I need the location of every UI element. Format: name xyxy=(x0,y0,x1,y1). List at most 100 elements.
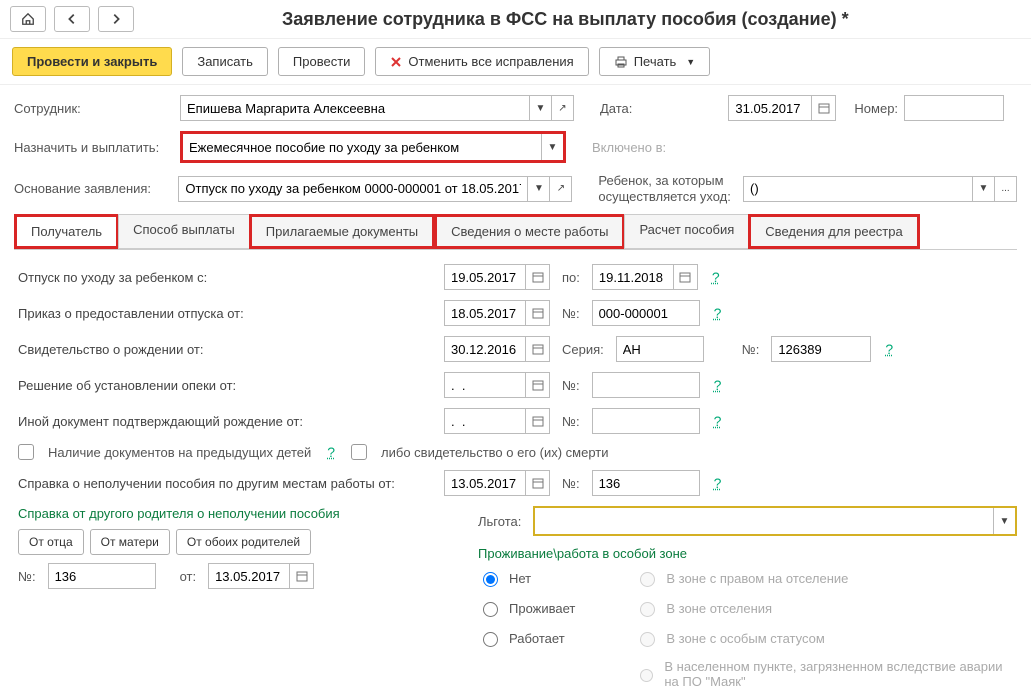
date-input[interactable] xyxy=(728,95,812,121)
custody-from-cal[interactable] xyxy=(526,372,550,398)
assign-input[interactable] xyxy=(183,134,541,160)
post-button[interactable]: Провести xyxy=(278,47,366,76)
basis-input[interactable] xyxy=(178,176,528,202)
zone-header: Проживание\работа в особой зоне xyxy=(478,546,1017,561)
leave-to-input[interactable] xyxy=(592,264,674,290)
other-from-cal[interactable] xyxy=(526,408,550,434)
birth-no-input[interactable] xyxy=(771,336,871,362)
parent-no-input[interactable] xyxy=(48,563,156,589)
help-icon[interactable]: ? xyxy=(712,269,720,285)
number-input[interactable] xyxy=(904,95,1004,121)
save-button[interactable]: Записать xyxy=(182,47,268,76)
number-label: Номер: xyxy=(854,101,898,116)
open-button[interactable]: ↗ xyxy=(552,95,574,121)
assign-label: Назначить и выплатить: xyxy=(14,140,174,155)
ref-other-no-label: №: xyxy=(562,476,580,491)
child-input[interactable] xyxy=(743,176,973,202)
zone-settle-radio: В зоне отселения xyxy=(635,599,1017,617)
tab-calc[interactable]: Расчет пособия xyxy=(624,214,749,249)
ref-parent-link: Справка от другого родителя о неполучени… xyxy=(18,506,438,521)
help-icon[interactable]: ? xyxy=(714,475,722,491)
basis-label: Основание заявления: xyxy=(14,181,172,196)
tab-docs[interactable]: Прилагаемые документы xyxy=(249,214,435,249)
calendar-icon xyxy=(532,271,544,283)
print-button[interactable]: Печать ▼ xyxy=(599,47,711,76)
leave-from-label: Отпуск по уходу за ребенком с: xyxy=(18,270,438,285)
birth-from-input[interactable] xyxy=(444,336,526,362)
zone-no-radio[interactable]: Нет xyxy=(478,569,575,587)
tab-registry[interactable]: Сведения для реестра xyxy=(748,214,919,249)
leave-from-input[interactable] xyxy=(444,264,526,290)
order-no-label: №: xyxy=(562,306,580,321)
order-no-input[interactable] xyxy=(592,300,700,326)
zone-lives-radio[interactable]: Проживает xyxy=(478,599,575,617)
benefit-input[interactable] xyxy=(535,508,993,534)
order-from-cal[interactable] xyxy=(526,300,550,326)
help-icon[interactable]: ? xyxy=(714,413,722,429)
birth-from-cal[interactable] xyxy=(526,336,550,362)
prev-docs-checkbox[interactable] xyxy=(18,444,34,460)
employee-input[interactable] xyxy=(180,95,530,121)
to-label: по: xyxy=(562,270,580,285)
other-doc-label: Иной документ подтверждающий рождение от… xyxy=(18,414,438,429)
calendar-icon xyxy=(532,477,544,489)
forward-button[interactable] xyxy=(98,6,134,32)
help-icon[interactable]: ? xyxy=(714,377,722,393)
child-more[interactable]: ... xyxy=(995,176,1017,202)
parent-from-input[interactable] xyxy=(208,563,290,589)
home-button[interactable] xyxy=(10,6,46,32)
ref-other-no-input[interactable] xyxy=(592,470,700,496)
arrow-right-icon xyxy=(109,12,123,26)
benefit-dropdown[interactable]: ▼ xyxy=(993,508,1015,534)
zone-works-radio[interactable]: Работает xyxy=(478,629,575,647)
death-cert-label: либо свидетельство о его (их) смерти xyxy=(381,445,608,460)
calendar-icon xyxy=(532,415,544,427)
custody-from-input[interactable] xyxy=(444,372,526,398)
zone-mayak-radio: В населенном пункте, загрязненном вследс… xyxy=(635,659,1017,689)
custody-label: Решение об установлении опеки от: xyxy=(18,378,438,393)
tabs: Получатель Способ выплаты Прилагаемые до… xyxy=(14,214,1017,250)
help-icon[interactable]: ? xyxy=(327,444,335,460)
page-title: Заявление сотрудника в ФСС на выплату по… xyxy=(282,9,849,30)
benefit-label: Льгота: xyxy=(478,514,521,529)
calendar-icon xyxy=(532,379,544,391)
birth-seria-input[interactable] xyxy=(616,336,704,362)
basis-open[interactable]: ↗ xyxy=(550,176,572,202)
help-icon[interactable]: ? xyxy=(714,305,722,321)
custody-no-input[interactable] xyxy=(592,372,700,398)
employee-label: Сотрудник: xyxy=(14,101,174,116)
from-both-button[interactable]: От обоих родителей xyxy=(176,529,311,555)
parent-no-label: №: xyxy=(18,569,36,584)
order-label: Приказ о предоставлении отпуска от: xyxy=(18,306,438,321)
post-close-button[interactable]: Провести и закрыть xyxy=(12,47,172,76)
tab-payment[interactable]: Способ выплаты xyxy=(118,214,250,249)
cancel-icon xyxy=(390,56,402,68)
death-cert-checkbox[interactable] xyxy=(351,444,367,460)
leave-to-cal[interactable] xyxy=(674,264,698,290)
included-label: Включено в: xyxy=(592,140,666,155)
basis-dropdown[interactable]: ▼ xyxy=(528,176,550,202)
tab-work[interactable]: Сведения о месте работы xyxy=(434,214,625,249)
parent-from-cal[interactable] xyxy=(290,563,314,589)
dropdown-button[interactable]: ▼ xyxy=(530,95,552,121)
other-no-input[interactable] xyxy=(592,408,700,434)
assign-dropdown[interactable]: ▼ xyxy=(541,134,563,160)
cancel-fix-button[interactable]: Отменить все исправления xyxy=(375,47,588,76)
ref-other-cal[interactable] xyxy=(526,470,550,496)
date-label: Дата: xyxy=(600,101,632,116)
calendar-icon xyxy=(296,570,308,582)
back-button[interactable] xyxy=(54,6,90,32)
help-icon[interactable]: ? xyxy=(885,341,893,357)
calendar-button[interactable] xyxy=(812,95,836,121)
other-from-input[interactable] xyxy=(444,408,526,434)
from-father-button[interactable]: От отца xyxy=(18,529,84,555)
calendar-icon xyxy=(679,271,691,283)
custody-no-label: №: xyxy=(562,378,580,393)
leave-from-cal[interactable] xyxy=(526,264,550,290)
child-dropdown[interactable]: ▼ xyxy=(973,176,995,202)
child-label: Ребенок, за которым осуществляется уход: xyxy=(598,173,737,204)
from-mother-button[interactable]: От матери xyxy=(90,529,170,555)
tab-recipient[interactable]: Получатель xyxy=(14,214,119,249)
ref-other-from-input[interactable] xyxy=(444,470,526,496)
order-from-input[interactable] xyxy=(444,300,526,326)
